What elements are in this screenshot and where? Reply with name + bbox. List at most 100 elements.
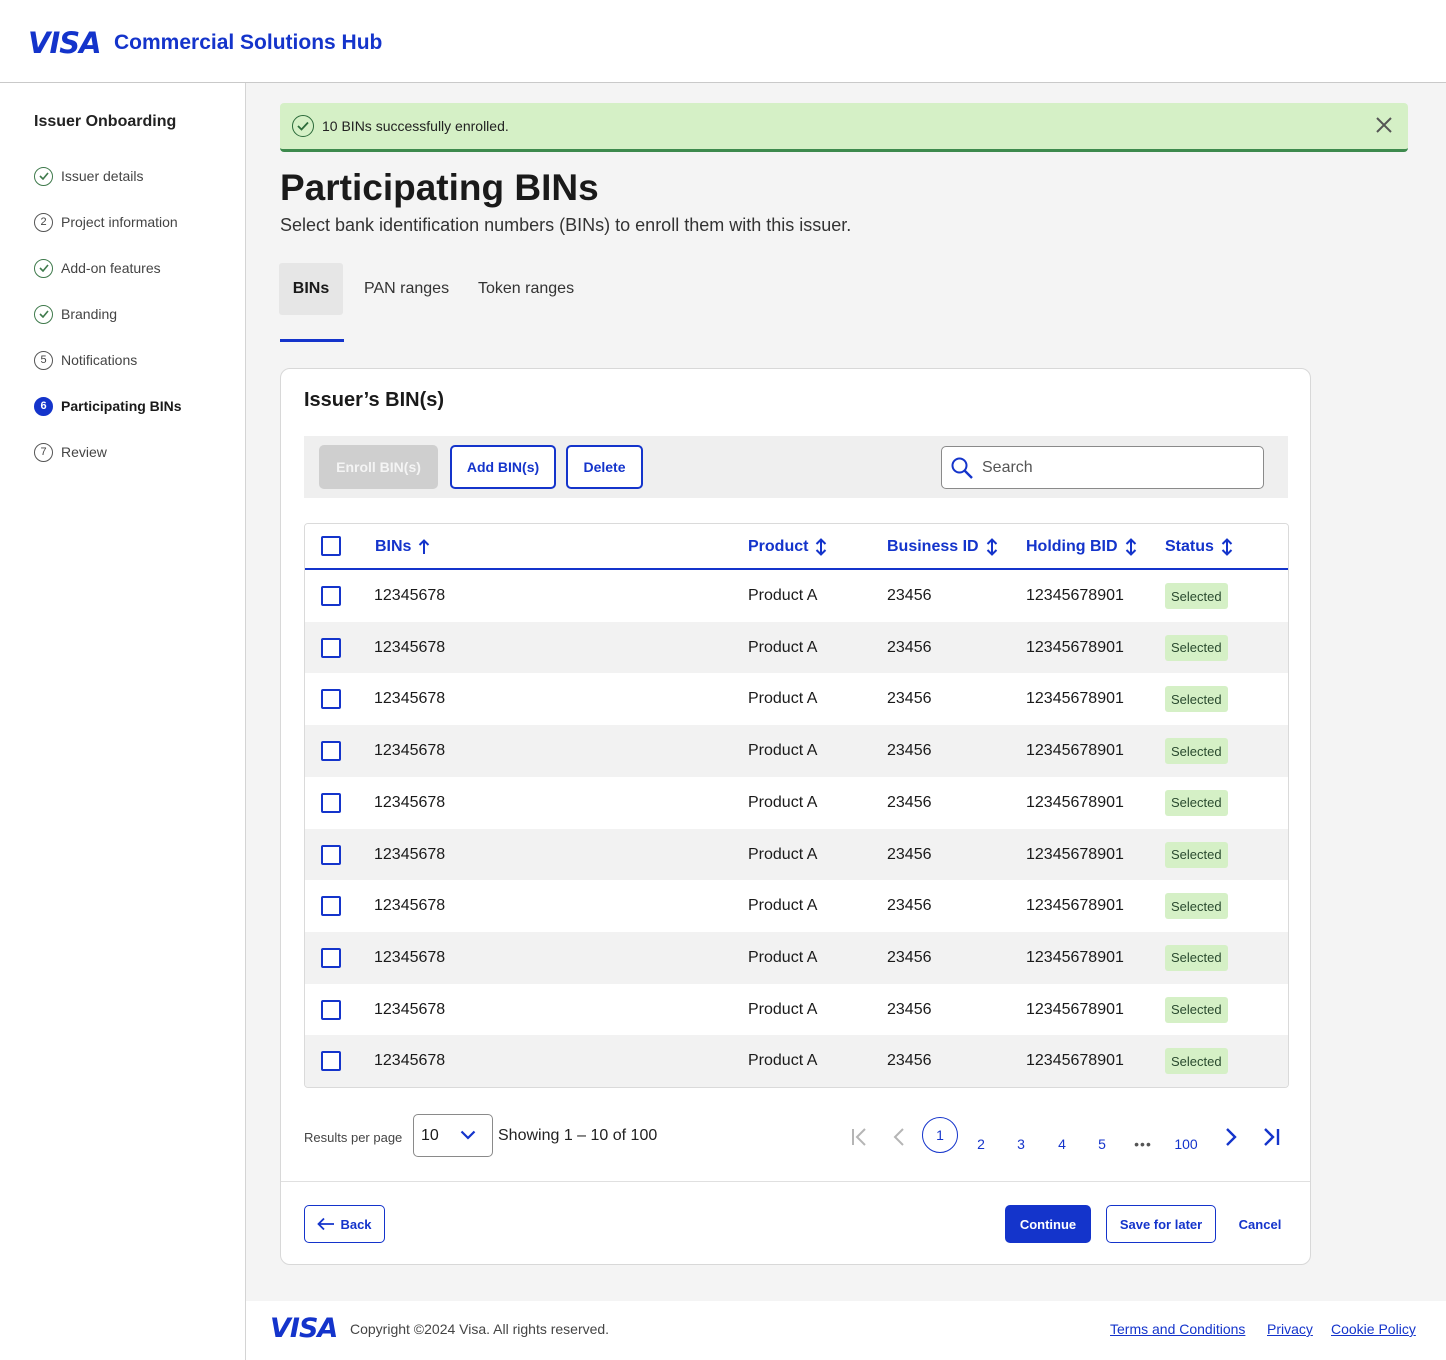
next-page-icon[interactable] (1218, 1125, 1242, 1149)
search-input[interactable] (982, 458, 1242, 477)
delete-button[interactable]: Delete (566, 445, 643, 489)
privacy-link[interactable]: Privacy (1267, 1321, 1313, 1337)
alert-message: 10 BINs successfully enrolled. (322, 118, 509, 134)
page-number-button[interactable]: 3 (1003, 1126, 1039, 1162)
cell-bin: 12345678 (374, 948, 446, 966)
table-row[interactable]: 12345678 Product A 23456 12345678901 Selecte… (305, 984, 1288, 1036)
cell-bin: 12345678 (374, 897, 446, 915)
terms-link[interactable]: Terms and Conditions (1110, 1321, 1245, 1337)
cell-business-id: 23456 (887, 1000, 932, 1018)
row-checkbox[interactable] (321, 1051, 341, 1072)
cell-business-id: 23456 (887, 793, 932, 811)
row-checkbox[interactable] (321, 689, 341, 710)
table-row[interactable]: 12345678 Product A 23456 12345678901 Selecte… (305, 1035, 1288, 1087)
last-page-icon[interactable] (1259, 1125, 1283, 1149)
step-number-icon: 2 (34, 212, 53, 232)
save-for-later-button[interactable]: Save for later (1106, 1205, 1216, 1243)
cell-product: Product A (748, 1052, 818, 1070)
column-header-product[interactable]: Product (748, 538, 827, 556)
visa-logo[interactable]: VISA (28, 26, 102, 60)
tab-pan-ranges[interactable]: PAN ranges (364, 263, 449, 315)
page-title: Participating BINs (280, 167, 599, 208)
sidebar-item-label: Project information (61, 214, 178, 230)
cell-holding-bid: 12345678901 (1026, 1052, 1124, 1070)
previous-page-icon[interactable] (888, 1125, 912, 1149)
column-header-bins[interactable]: BINs (375, 538, 430, 556)
cell-product: Product A (748, 793, 818, 811)
check-circle-icon (34, 258, 53, 278)
table-row[interactable]: 12345678 Product A 23456 12345678901 Selecte… (305, 570, 1288, 622)
row-checkbox[interactable] (321, 586, 341, 606)
sidebar-item-label: Issuer details (61, 168, 144, 184)
enroll-bins-button[interactable]: Enroll BIN(s) (319, 445, 438, 489)
page-number-button[interactable]: 100 (1168, 1126, 1204, 1162)
row-checkbox[interactable] (321, 637, 341, 658)
cell-holding-bid: 12345678901 (1026, 690, 1124, 708)
continue-button[interactable]: Continue (1005, 1205, 1091, 1243)
column-header-status[interactable]: Status (1165, 538, 1233, 556)
table-row[interactable]: 12345678 Product A 23456 12345678901 Selecte… (305, 828, 1288, 881)
column-header-business-id[interactable]: Business ID (887, 538, 998, 556)
table-row[interactable]: 12345678 Product A 23456 12345678901 Selecte… (305, 880, 1288, 932)
card-title: Issuer’s BIN(s) (304, 389, 445, 411)
success-alert: 10 BINs successfully enrolled. (280, 103, 1408, 152)
back-button[interactable]: Back (304, 1205, 385, 1243)
app-title: Commercial Solutions Hub (114, 31, 383, 54)
table-row[interactable]: 12345678 Product A 23456 12345678901 Selecte… (305, 673, 1288, 725)
cell-holding-bid: 12345678901 (1026, 897, 1124, 915)
cell-business-id: 23456 (887, 897, 932, 915)
check-circle-icon (292, 115, 314, 137)
row-checkbox[interactable] (321, 896, 341, 917)
cell-business-id: 23456 (887, 638, 932, 656)
add-bins-button[interactable]: Add BIN(s) (450, 445, 556, 489)
cell-product: Product A (748, 948, 818, 966)
cell-holding-bid: 12345678901 (1026, 587, 1124, 604)
divider (281, 1181, 1310, 1182)
status-badge: Selected (1165, 583, 1228, 609)
table-row[interactable]: 12345678 Product A 23456 12345678901 Selecte… (305, 621, 1288, 674)
page-number-button[interactable]: 1 (922, 1117, 958, 1153)
cell-bin: 12345678 (374, 587, 446, 604)
cell-business-id: 23456 (887, 587, 932, 604)
cancel-button[interactable]: Cancel (1231, 1205, 1289, 1243)
first-page-icon[interactable] (847, 1125, 871, 1149)
check-circle-icon (34, 304, 53, 324)
select-all-checkbox[interactable] (321, 536, 341, 556)
bins-card: Issuer’s BIN(s) Enroll BIN(s) Add BIN(s)… (280, 368, 1311, 1265)
page-number-button[interactable]: 4 (1044, 1126, 1080, 1162)
page-number-button[interactable]: 2 (963, 1126, 999, 1162)
sidebar-item-notifications[interactable]: 5 Notifications (34, 348, 137, 372)
sidebar-item-branding[interactable]: Branding (34, 302, 117, 326)
table-row[interactable]: 12345678 Product A 23456 12345678901 Selecte… (305, 725, 1288, 777)
sidebar-item-review[interactable]: 7 Review (34, 440, 107, 464)
bins-table: BINs Product Business ID Holding BID Sta… (304, 523, 1289, 1088)
row-checkbox[interactable] (321, 844, 341, 865)
tab-bins[interactable]: BINs (279, 263, 343, 315)
column-label: Status (1165, 538, 1214, 555)
cookie-policy-link[interactable]: Cookie Policy (1331, 1321, 1416, 1337)
close-icon[interactable] (1372, 113, 1396, 137)
results-per-page-select[interactable]: 10 (413, 1114, 493, 1157)
row-checkbox[interactable] (321, 741, 341, 762)
cell-bin: 12345678 (374, 638, 446, 656)
table-row[interactable]: 12345678 Product A 23456 12345678901 Selecte… (305, 777, 1288, 829)
column-label: Product (748, 538, 809, 555)
row-checkbox[interactable] (321, 947, 341, 968)
cell-product: Product A (748, 638, 818, 656)
page-number-button[interactable]: 5 (1084, 1126, 1120, 1162)
table-row[interactable]: 12345678 Product A 23456 12345678901 Selecte… (305, 931, 1288, 984)
search-field[interactable] (941, 446, 1264, 489)
row-checkbox[interactable] (321, 999, 341, 1020)
footer: VISA Copyright ©2024 Visa. All rights re… (246, 1301, 1446, 1360)
row-checkbox[interactable] (321, 792, 341, 813)
cell-bin: 12345678 (374, 1000, 446, 1018)
sidebar-item-project-information[interactable]: 2 Project information (34, 210, 178, 234)
sidebar-item-participating-bins[interactable]: 6 Participating BINs (34, 394, 182, 418)
cell-holding-bid: 12345678901 (1026, 1000, 1124, 1018)
cell-product: Product A (748, 845, 818, 863)
column-header-holding-bid[interactable]: Holding BID (1026, 538, 1137, 556)
sidebar-item-add-on-features[interactable]: Add-on features (34, 256, 161, 280)
sidebar-item-issuer-details[interactable]: Issuer details (34, 164, 143, 188)
tab-token-ranges[interactable]: Token ranges (478, 263, 574, 315)
column-label: Holding BID (1026, 538, 1118, 555)
